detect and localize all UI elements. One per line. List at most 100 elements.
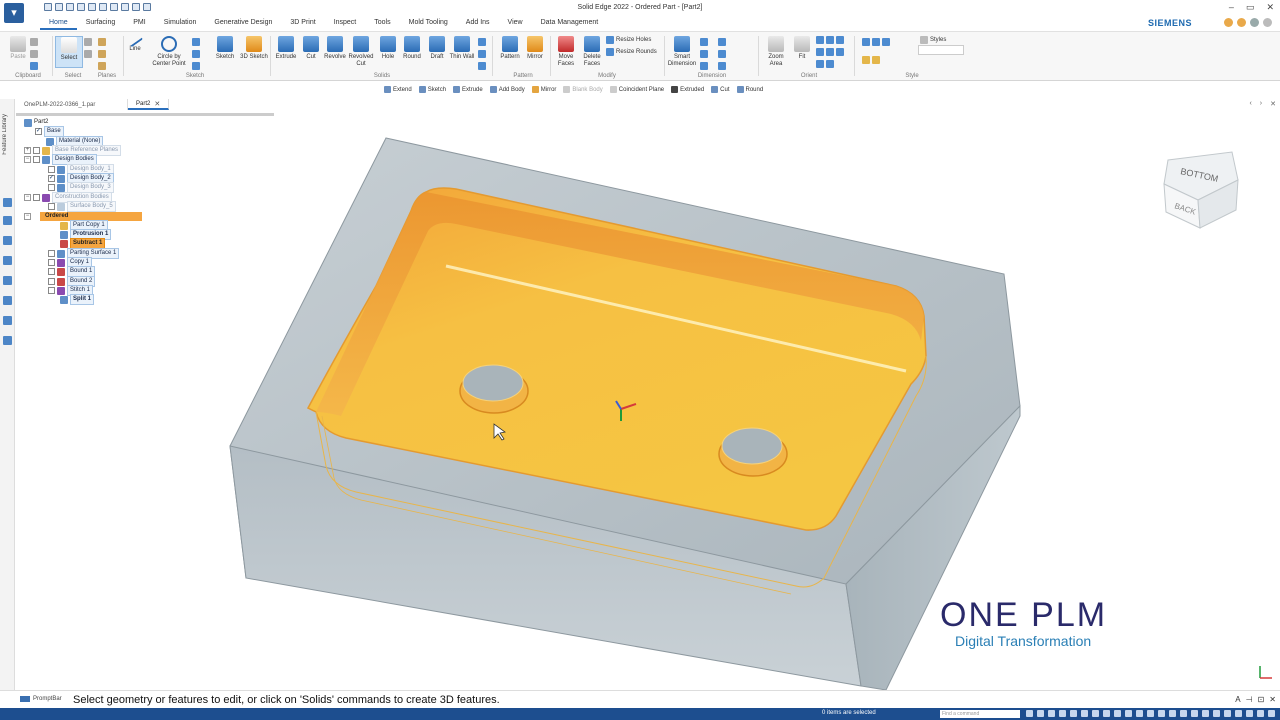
select-option-2[interactable] xyxy=(84,50,92,58)
arc-button[interactable] xyxy=(192,50,200,58)
close-tab-icon[interactable]: ✕ xyxy=(154,100,160,108)
solids-extra-2[interactable] xyxy=(478,50,486,58)
lock-icon[interactable]: ⊡ xyxy=(1258,695,1265,704)
status-icon-11[interactable] xyxy=(1136,710,1143,717)
maximize-button[interactable]: ▭ xyxy=(1246,2,1255,13)
dim-option-3[interactable] xyxy=(700,62,708,70)
status-icon-20[interactable] xyxy=(1235,710,1242,717)
thin-wall-button[interactable]: Thin Wall xyxy=(448,36,476,61)
cmd-blank-body[interactable]: Blank Body xyxy=(563,84,603,95)
tab-simulation[interactable]: Simulation xyxy=(155,17,206,30)
tab-3d-print[interactable]: 3D Print xyxy=(281,17,324,30)
tab-view[interactable]: View xyxy=(499,17,532,30)
cmd-add-body[interactable]: Add Body xyxy=(489,84,525,95)
tab-pmi[interactable]: PMI xyxy=(124,17,154,30)
status-icon-2[interactable] xyxy=(1037,710,1044,717)
status-icon-9[interactable] xyxy=(1114,710,1121,717)
help-icon[interactable] xyxy=(1250,18,1259,27)
status-icon-12[interactable] xyxy=(1147,710,1154,717)
status-icon-8[interactable] xyxy=(1103,710,1110,717)
dim-option-4[interactable] xyxy=(718,38,726,46)
status-icon-21[interactable] xyxy=(1246,710,1253,717)
feature-library-tab[interactable]: Feature Library xyxy=(2,114,12,155)
circle-button[interactable]: Circle by Center Point xyxy=(148,36,190,68)
scroll-left-icon[interactable]: ‹ xyxy=(1249,100,1251,108)
doc-tab-part2[interactable]: Part2 ✕ xyxy=(128,99,170,110)
mirror-button[interactable]: Mirror xyxy=(521,36,549,61)
layers-icon[interactable] xyxy=(3,216,12,225)
resize-holes-button[interactable]: Resize Holes xyxy=(606,36,651,44)
close-button[interactable]: ✕ xyxy=(1266,2,1274,13)
cmd-mirror[interactable]: Mirror xyxy=(531,84,556,95)
3d-sketch-button[interactable]: 3D Sketch xyxy=(240,36,268,61)
feedback-icon-2[interactable] xyxy=(1237,18,1246,27)
view-cube[interactable]: BOTTOM BACK xyxy=(1160,150,1240,230)
pathfinder-icon[interactable] xyxy=(3,198,12,207)
plane-option-2[interactable] xyxy=(98,50,106,58)
fillet-button[interactable] xyxy=(192,62,200,70)
extrude-button[interactable]: Extrude xyxy=(272,36,300,61)
status-icon-7[interactable] xyxy=(1092,710,1099,717)
tab-add-ins[interactable]: Add Ins xyxy=(457,17,499,30)
tab-generative-design[interactable]: Generative Design xyxy=(205,17,281,30)
status-icon-19[interactable] xyxy=(1224,710,1231,717)
find-command-input[interactable]: Find a command xyxy=(940,710,1020,718)
select-option-1[interactable] xyxy=(84,38,92,46)
round-button[interactable]: Round xyxy=(398,36,426,61)
status-icon-13[interactable] xyxy=(1158,710,1165,717)
status-icon-10[interactable] xyxy=(1125,710,1132,717)
orient-option-3[interactable] xyxy=(816,60,834,68)
promptbar-label[interactable]: PromptBar xyxy=(20,696,62,702)
orient-option-1[interactable] xyxy=(816,36,844,44)
cmd-cut[interactable]: Cut xyxy=(711,84,730,95)
status-icon-16[interactable] xyxy=(1191,710,1198,717)
cut-small-button[interactable] xyxy=(30,38,38,46)
font-size-icon[interactable]: A xyxy=(1235,695,1240,704)
dim-option-5[interactable] xyxy=(718,50,726,58)
tab-data-management[interactable]: Data Management xyxy=(532,17,608,30)
pin-icon[interactable]: ⊣ xyxy=(1246,695,1253,704)
feedback-icon[interactable] xyxy=(1224,18,1233,27)
orient-option-2[interactable] xyxy=(816,48,844,56)
cmd-extrude[interactable]: Extrude xyxy=(453,84,483,95)
status-icon-22[interactable] xyxy=(1257,710,1264,717)
delete-faces-button[interactable]: Delete Faces xyxy=(578,36,606,68)
dim-option-1[interactable] xyxy=(700,38,708,46)
sensors-icon[interactable] xyxy=(3,236,12,245)
status-icon-14[interactable] xyxy=(1169,710,1176,717)
revolve-button[interactable]: Revolve xyxy=(321,36,349,61)
minimize-button[interactable]: – xyxy=(1229,2,1234,13)
tab-tools[interactable]: Tools xyxy=(365,17,399,30)
tab-home[interactable]: Home xyxy=(40,17,77,30)
draft-button[interactable]: Draft xyxy=(423,36,451,61)
settings-icon[interactable] xyxy=(1263,18,1272,27)
status-icon-1[interactable] xyxy=(1026,710,1033,717)
status-icon-3[interactable] xyxy=(1048,710,1055,717)
dim-option-6[interactable] xyxy=(718,62,726,70)
plane-option-1[interactable] xyxy=(98,38,106,46)
sketch-button[interactable]: Sketch xyxy=(211,36,239,61)
solids-extra-3[interactable] xyxy=(478,62,486,70)
status-icon-15[interactable] xyxy=(1180,710,1187,717)
paste-button[interactable]: Paste xyxy=(4,36,32,61)
tab-inspect[interactable]: Inspect xyxy=(325,17,366,30)
library-icon[interactable] xyxy=(3,296,12,305)
style-view-1[interactable] xyxy=(862,38,890,46)
status-icon-23[interactable] xyxy=(1268,710,1275,717)
format-painter-button[interactable] xyxy=(30,62,38,70)
tab-mold-tooling[interactable]: Mold Tooling xyxy=(400,17,457,30)
revolved-cut-button[interactable]: Revolved Cut xyxy=(347,36,375,68)
settings-icon[interactable] xyxy=(3,336,12,345)
status-icon-17[interactable] xyxy=(1202,710,1209,717)
fit-button[interactable]: Fit xyxy=(788,36,816,61)
cmd-extend[interactable]: Extend xyxy=(384,84,412,95)
status-icon-4[interactable] xyxy=(1059,710,1066,717)
doc-tab-oneplm[interactable]: OnePLM-2022-0366_1.par xyxy=(16,99,128,110)
dim-option-2[interactable] xyxy=(700,50,708,58)
status-icon-6[interactable] xyxy=(1081,710,1088,717)
close-prompt-icon[interactable]: ✕ xyxy=(1269,695,1276,704)
cmd-round[interactable]: Round xyxy=(736,84,763,95)
search-icon[interactable] xyxy=(3,316,12,325)
cmd-sketch[interactable]: Sketch xyxy=(418,84,446,95)
smart-dimension-button[interactable]: Smart Dimension xyxy=(666,36,698,68)
